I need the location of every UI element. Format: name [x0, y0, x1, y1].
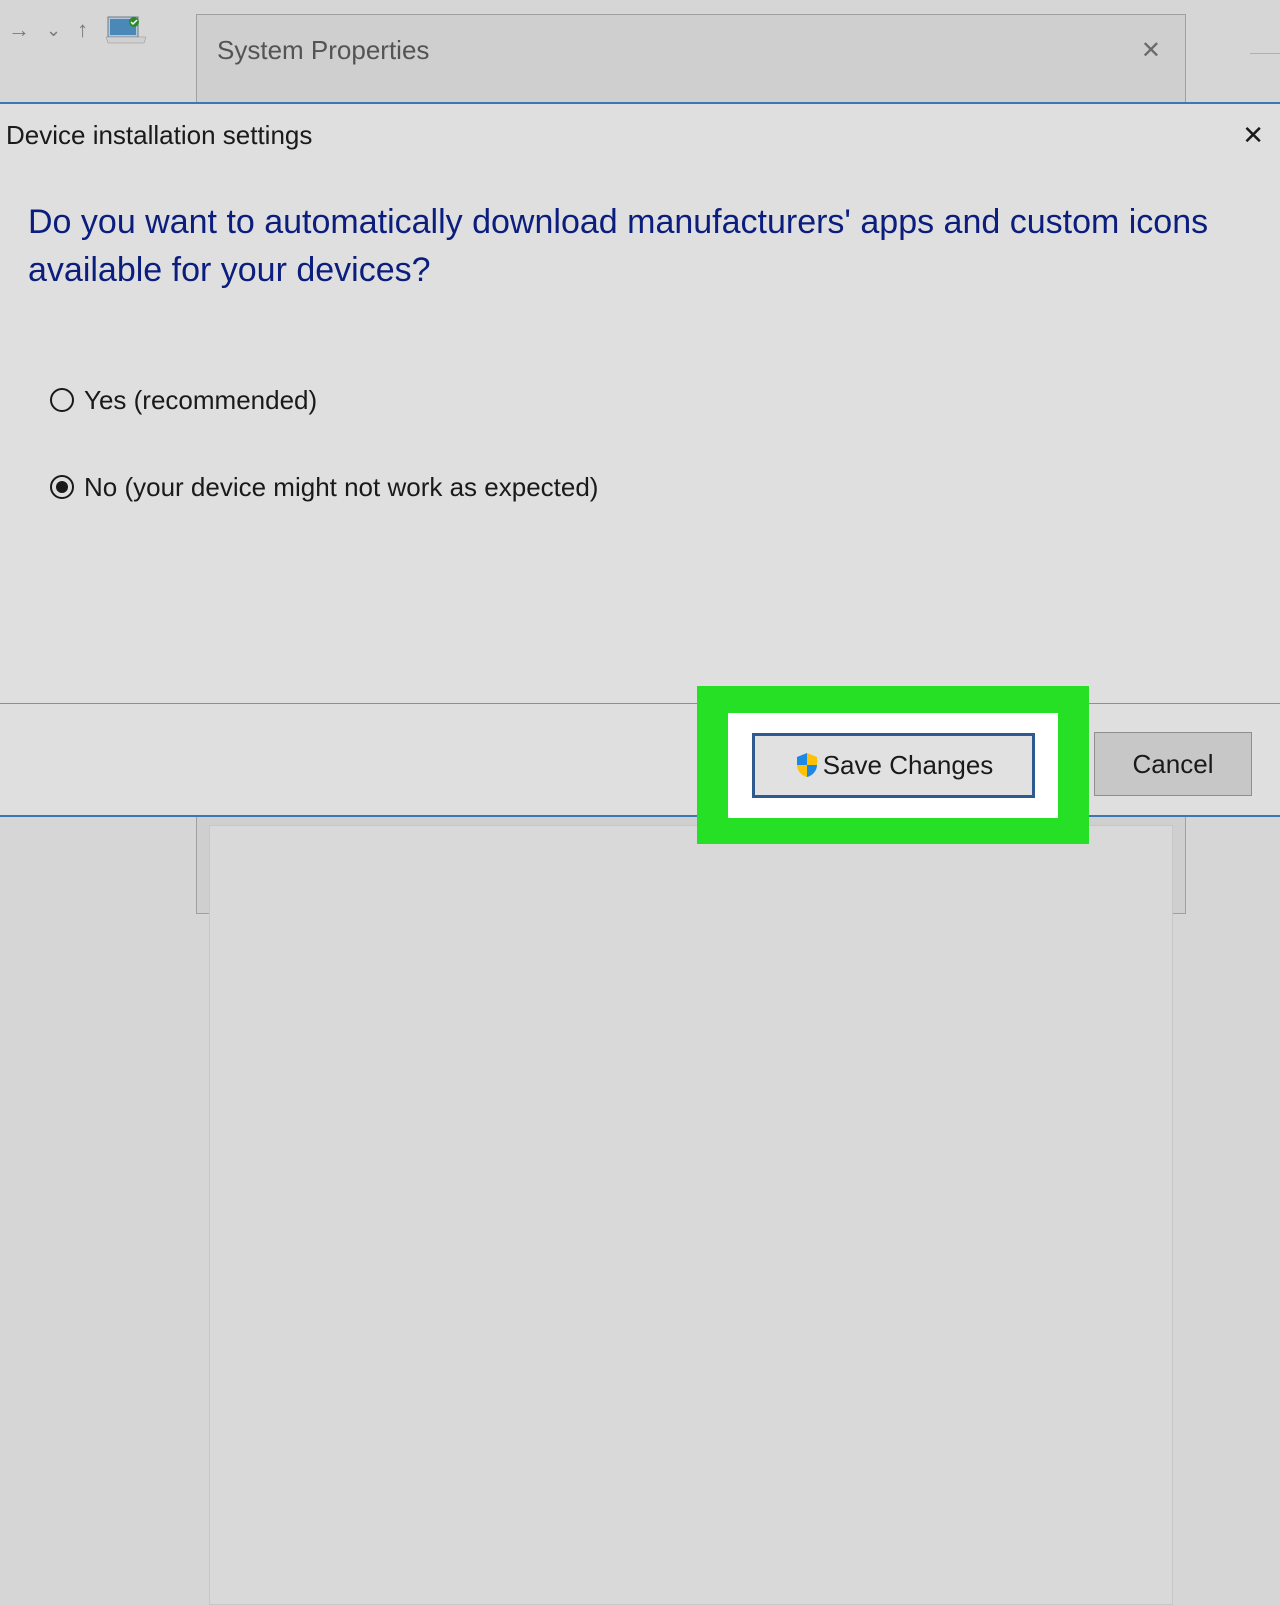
close-icon[interactable]: ✕: [1242, 120, 1264, 151]
dialog-titlebar: Device installation settings ✕: [0, 104, 1280, 166]
computer-icon: [104, 13, 148, 47]
system-properties-titlebar: System Properties ✕: [197, 15, 1185, 85]
save-button-label: Save Changes: [823, 750, 994, 781]
highlight-inner: Save Changes: [728, 713, 1058, 818]
tutorial-highlight: Save Changes: [697, 686, 1089, 844]
close-icon[interactable]: ✕: [1141, 36, 1161, 65]
dialog-question: Do you want to automatically download ma…: [28, 198, 1228, 295]
nav-up-icon[interactable]: ↑: [77, 17, 88, 43]
divider: [1250, 53, 1280, 54]
nav-forward-icon[interactable]: →: [8, 17, 30, 43]
system-properties-body: [209, 825, 1173, 1605]
uac-shield-icon: [793, 751, 821, 779]
radio-option-no[interactable]: No (your device might not work as expect…: [50, 472, 1252, 503]
dialog-content: Do you want to automatically download ma…: [0, 166, 1280, 703]
save-changes-button[interactable]: Save Changes: [752, 733, 1035, 798]
radio-label-no: No (your device might not work as expect…: [84, 472, 598, 503]
cancel-button[interactable]: Cancel: [1094, 732, 1252, 796]
radio-icon: [50, 388, 74, 412]
system-properties-title: System Properties: [217, 35, 429, 66]
nav-dropdown-icon[interactable]: ⌄: [46, 20, 61, 41]
dialog-title: Device installation settings: [6, 120, 312, 151]
radio-group: Yes (recommended) No (your device might …: [28, 385, 1252, 503]
radio-label-yes: Yes (recommended): [84, 385, 317, 416]
radio-option-yes[interactable]: Yes (recommended): [50, 385, 1252, 416]
radio-icon: [50, 475, 74, 499]
